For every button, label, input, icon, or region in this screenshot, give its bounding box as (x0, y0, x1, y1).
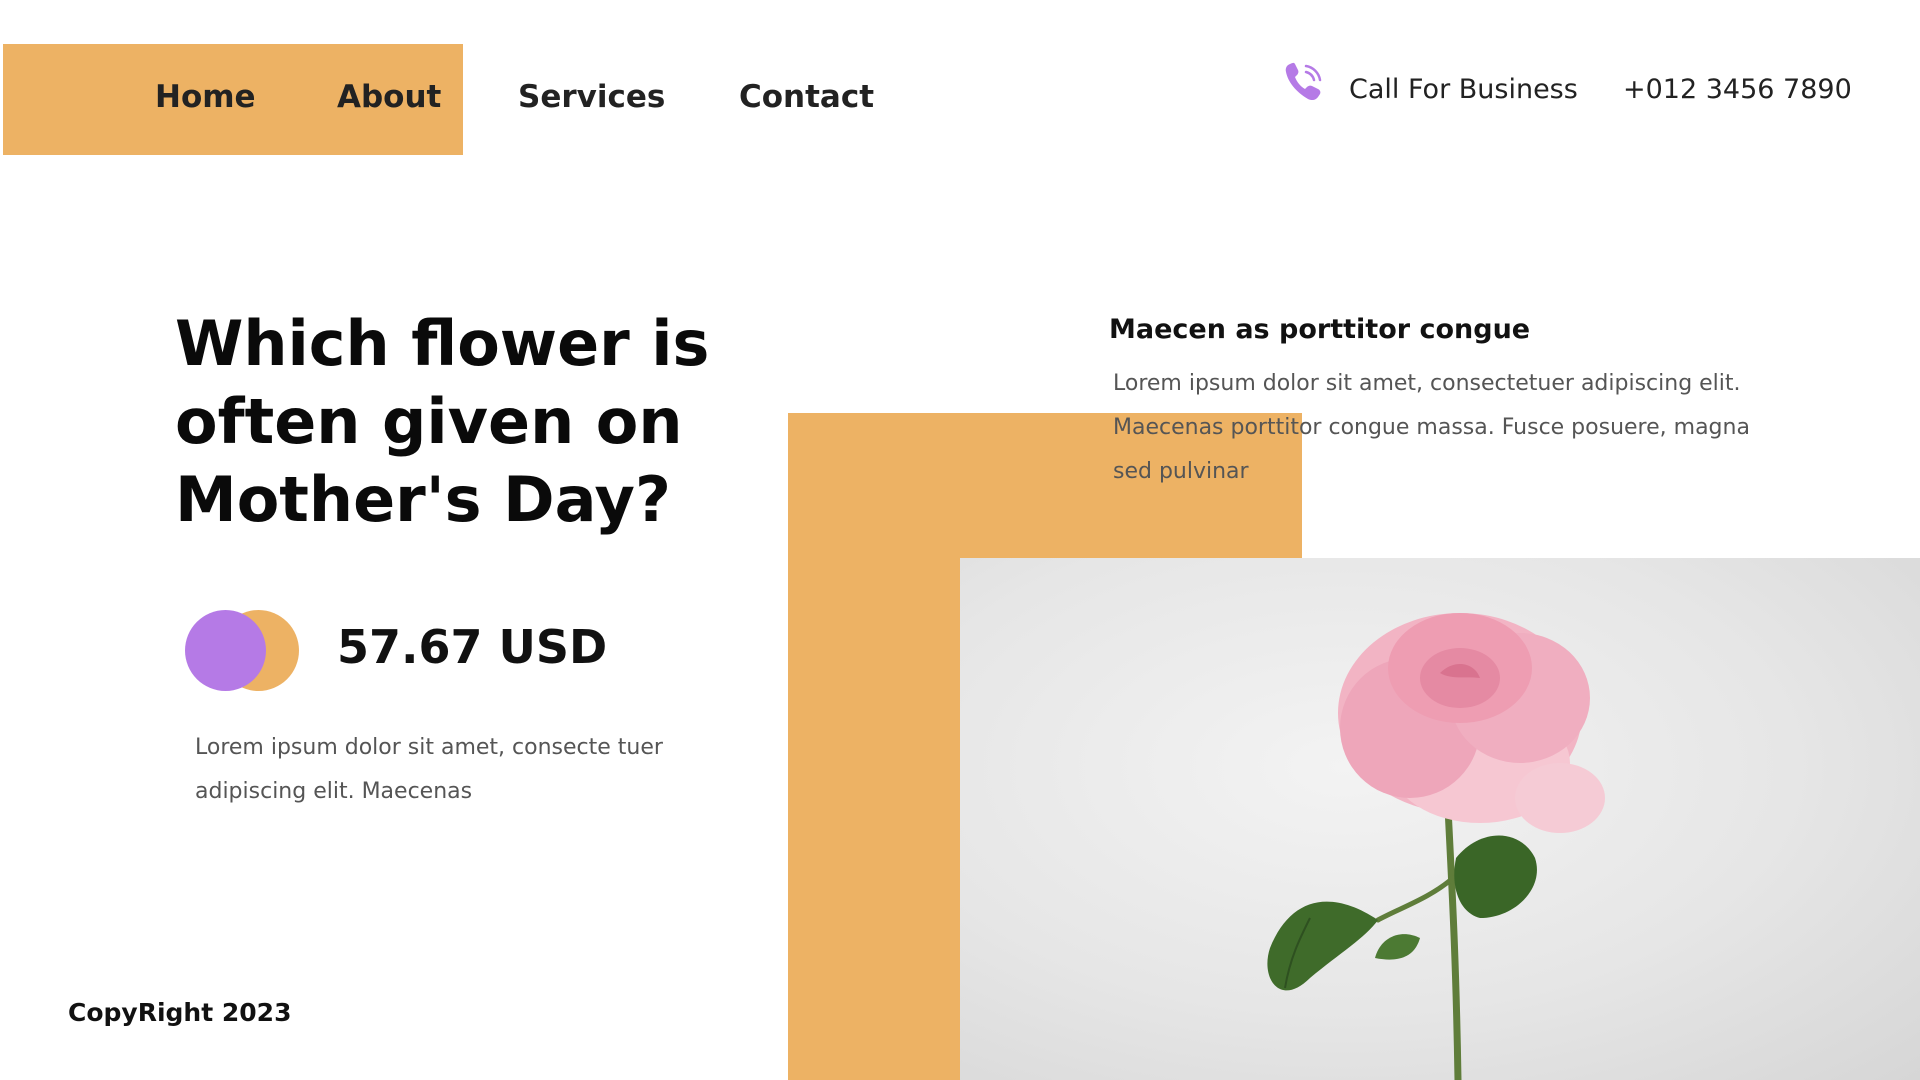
call-for-business-label: Call For Business (1349, 74, 1578, 105)
hero-title: Which flower is often given on Mother's … (175, 307, 710, 536)
phone-icon (1282, 60, 1326, 104)
phone-number[interactable]: +012 3456 7890 (1623, 74, 1852, 105)
feature-text: Lorem ipsum dolor sit amet, consectetuer… (1113, 371, 1750, 484)
feature-heading: Maecen as porttitor congue (1109, 314, 1531, 345)
nav-home[interactable]: Home (155, 79, 256, 115)
purple-circle-icon (185, 610, 266, 691)
nav-services[interactable]: Services (518, 79, 665, 115)
nav-contact[interactable]: Contact (739, 79, 874, 115)
rose-photo (960, 558, 1920, 1080)
hero-description: Lorem ipsum dolor sit amet, consecte tue… (195, 735, 663, 804)
price-label: 57.67 USD (337, 620, 608, 674)
nav-about[interactable]: About (337, 79, 441, 115)
copyright-text: CopyRight 2023 (68, 998, 292, 1027)
